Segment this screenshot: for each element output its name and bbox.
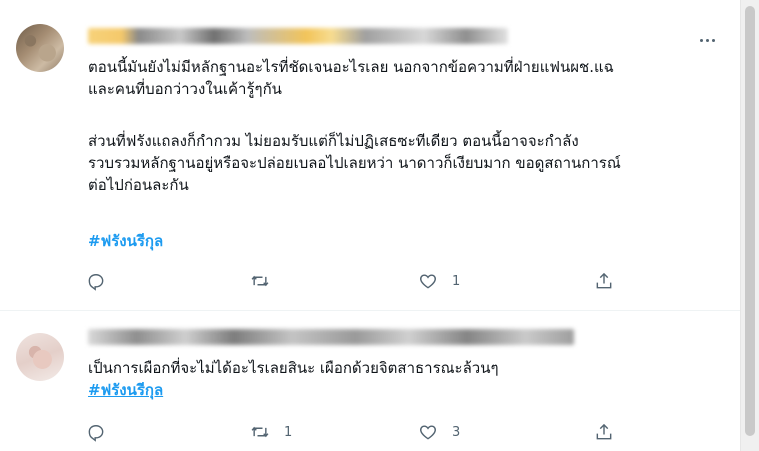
share-upload-icon: [596, 272, 612, 289]
tweet-text-line: ส่วนที่ฟรังแถลงก็กำกวม ไม่ยอมรับแต่ก็ไม่…: [88, 132, 579, 150]
hashtag-container: #ฟรังนรีกุล: [88, 379, 163, 401]
share-upload-icon: [596, 423, 612, 440]
tweet-text-line: ตอนนี้มันยังไม่มีหลักฐานอะไรที่ชัดเจนอะไ…: [88, 58, 614, 76]
more-horizontal-icon[interactable]: [692, 28, 722, 52]
tweet-feed: ตอนนี้มันยังไม่มีหลักฐานอะไรที่ชัดเจนอะไ…: [0, 0, 740, 451]
scrollbar-thumb[interactable]: [745, 6, 755, 436]
tweet-text-paragraph: เป็นการเผือกที่จะไม่ได้อะไรเลยสินะ เผือก…: [88, 357, 499, 379]
author-name-blurred: [88, 329, 574, 345]
avatar[interactable]: [16, 24, 64, 72]
tweet-text-line: เป็นการเผือกที่จะไม่ได้อะไรเลยสินะ เผือก…: [88, 359, 499, 377]
retweet-count: 1: [284, 424, 293, 440]
share-button[interactable]: [594, 417, 614, 447]
retweet-icon: [251, 426, 269, 438]
like-button[interactable]: 1: [418, 266, 460, 296]
reply-bubble-icon: [88, 274, 104, 291]
like-count: 1: [452, 273, 461, 289]
tweet-text-line: ต่อไปก่อนละกัน: [88, 176, 189, 194]
avatar[interactable]: [16, 333, 64, 381]
reply-button[interactable]: [86, 417, 120, 447]
retweet-button[interactable]: 1: [250, 417, 292, 447]
like-count: 3: [452, 424, 461, 440]
retweet-icon: [251, 275, 269, 287]
like-button[interactable]: 3: [418, 417, 460, 447]
tweet-actions: 1 3: [80, 417, 640, 447]
tweet[interactable]: เป็นการเผือกที่จะไม่ได้อะไรเลยสินะ เผือก…: [0, 311, 740, 451]
tweet-text-paragraph: ส่วนที่ฟรังแถลงก็กำกวม ไม่ยอมรับแต่ก็ไม่…: [88, 130, 621, 196]
tweet-actions: 1: [80, 266, 640, 296]
author-name-blurred: [88, 28, 508, 44]
tweet-text-line: และคนที่บอกว่าวงในเค้ารู้ๆกัน: [88, 80, 282, 98]
heart-icon: [420, 274, 436, 289]
tweet-text-line: รวบรวมหลักฐานอยู่หรือจะปล่อยเบลอไปเลยหว่…: [88, 154, 621, 172]
reply-bubble-icon: [88, 425, 104, 442]
share-button[interactable]: [594, 266, 614, 296]
vertical-scrollbar[interactable]: [740, 0, 759, 451]
tweet-text-paragraph: ตอนนี้มันยังไม่มีหลักฐานอะไรที่ชัดเจนอะไ…: [88, 56, 614, 100]
tweet[interactable]: ตอนนี้มันยังไม่มีหลักฐานอะไรที่ชัดเจนอะไ…: [0, 0, 740, 311]
hashtag-container: #ฟรังนรีกุล: [88, 230, 163, 252]
heart-icon: [420, 425, 436, 440]
hashtag-link[interactable]: #ฟรังนรีกุล: [88, 232, 163, 250]
reply-button[interactable]: [86, 266, 120, 296]
hashtag-link[interactable]: #ฟรังนรีกุล: [88, 381, 163, 399]
retweet-button[interactable]: [250, 266, 284, 296]
